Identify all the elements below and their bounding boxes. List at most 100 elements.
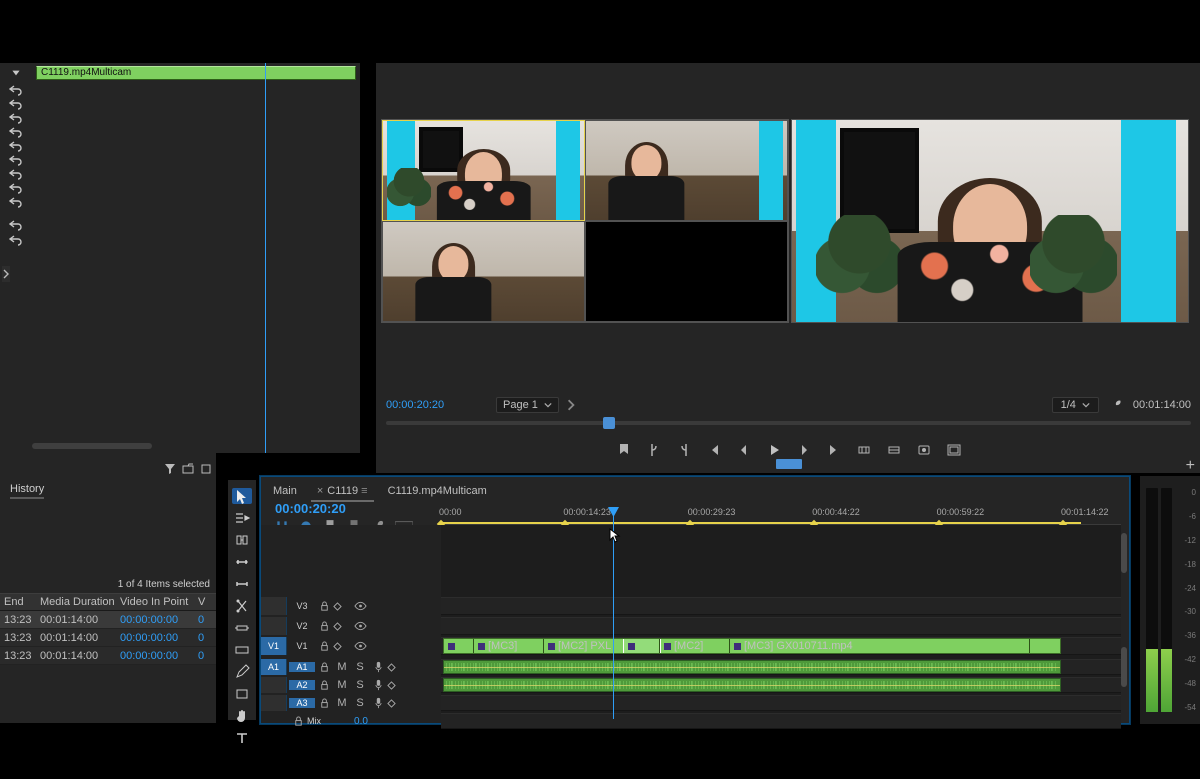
source-patch[interactable]: V1 bbox=[261, 637, 287, 655]
col-end[interactable]: End bbox=[0, 596, 40, 608]
source-patch[interactable]: A1 bbox=[261, 659, 287, 675]
tool-selection[interactable] bbox=[232, 488, 252, 504]
track-label[interactable]: V3 bbox=[289, 601, 315, 611]
clip-segment[interactable] bbox=[444, 639, 474, 653]
sync-lock-icon[interactable] bbox=[333, 642, 351, 651]
timeline-tab[interactable]: Main bbox=[271, 485, 299, 497]
source-patch[interactable] bbox=[261, 597, 287, 615]
eye-icon[interactable] bbox=[351, 597, 369, 615]
history-undo-step[interactable] bbox=[0, 83, 32, 97]
in-icon[interactable] bbox=[646, 442, 662, 458]
keyframe-icon[interactable] bbox=[387, 663, 401, 672]
tool-rolling[interactable] bbox=[232, 554, 252, 570]
history-undo-step[interactable] bbox=[0, 111, 32, 125]
lock-icon[interactable] bbox=[315, 677, 333, 693]
voiceover-icon[interactable] bbox=[369, 695, 387, 711]
timeline-tab[interactable]: C1119.mp4Multicam bbox=[386, 485, 489, 497]
lock-icon[interactable] bbox=[315, 617, 333, 635]
track-target[interactable]: A1 bbox=[289, 662, 315, 672]
solo-button[interactable]: S bbox=[351, 695, 369, 711]
monitor-scrub-knob[interactable] bbox=[603, 417, 615, 429]
track-target[interactable]: A3 bbox=[289, 698, 315, 708]
page-next-icon[interactable] bbox=[565, 399, 577, 411]
track-label[interactable]: V1 bbox=[289, 641, 315, 651]
timeline-scroll-knob-mid[interactable] bbox=[1121, 647, 1127, 687]
step-fwd-icon[interactable] bbox=[796, 442, 812, 458]
solo-button[interactable]: S bbox=[351, 677, 369, 693]
source-patch[interactable] bbox=[261, 617, 287, 635]
monitor-page-selector[interactable]: Page 1 bbox=[496, 397, 559, 413]
tool-slip[interactable] bbox=[232, 620, 252, 636]
tool-pen[interactable] bbox=[232, 664, 252, 680]
play-icon[interactable] bbox=[766, 442, 782, 458]
history-scrollbar[interactable] bbox=[32, 443, 152, 449]
settings-wrench-icon[interactable] bbox=[1109, 398, 1123, 412]
safe-margins-icon[interactable] bbox=[946, 442, 962, 458]
clip-segment[interactable]: [MC2] PXL bbox=[544, 639, 624, 653]
tool-hand[interactable] bbox=[232, 708, 252, 724]
track-target[interactable]: A2 bbox=[289, 680, 315, 690]
timeline-scroll-knob-top[interactable] bbox=[1121, 533, 1127, 573]
clip-segment[interactable]: [MC3] GX010711.mp4 bbox=[730, 639, 1030, 653]
solo-button[interactable]: S bbox=[351, 659, 369, 675]
tool-rate-stretch[interactable] bbox=[232, 576, 252, 592]
keyframe-icon[interactable] bbox=[387, 681, 401, 690]
monitor-resolution-selector[interactable]: 1/4 bbox=[1052, 397, 1099, 413]
history-undo-step[interactable] bbox=[0, 181, 32, 195]
video-track-header[interactable]: V2 bbox=[261, 617, 441, 635]
voiceover-icon[interactable] bbox=[369, 677, 387, 693]
new-item-icon[interactable] bbox=[200, 463, 212, 475]
audio-track-header[interactable]: A1A1MS bbox=[261, 659, 441, 675]
history-caret-icon[interactable] bbox=[0, 66, 32, 80]
lock-icon[interactable] bbox=[315, 637, 333, 655]
goto-out-icon[interactable] bbox=[826, 442, 842, 458]
track-lanes[interactable]: [MC3][MC2] PXL[MC2][MC3] GX010711.mp4 bbox=[441, 525, 1121, 723]
history-expand-icon[interactable] bbox=[2, 266, 10, 282]
monitor-timecode-left[interactable]: 00:00:20:20 bbox=[386, 399, 476, 411]
history-undo-step[interactable] bbox=[0, 233, 32, 247]
tool-ripple[interactable] bbox=[232, 532, 252, 548]
audio-track-header[interactable]: A2MS bbox=[261, 677, 441, 693]
keyframe-icon[interactable] bbox=[387, 699, 401, 708]
history-undo-step[interactable] bbox=[0, 218, 32, 232]
source-patch[interactable] bbox=[261, 677, 287, 693]
clip-segment[interactable]: [MC3] bbox=[474, 639, 544, 653]
track-label[interactable]: V2 bbox=[289, 621, 315, 631]
audio-clip[interactable] bbox=[443, 660, 1061, 674]
video-track-header[interactable]: V3 bbox=[261, 597, 441, 615]
lift-icon[interactable] bbox=[856, 442, 872, 458]
lock-icon[interactable] bbox=[289, 713, 307, 729]
col-video-in[interactable]: Video In Point bbox=[120, 596, 198, 608]
export-frame-icon[interactable] bbox=[916, 442, 932, 458]
timeline-ruler[interactable]: 00:0000:00:14:2300:00:29:2300:00:44:2200… bbox=[441, 507, 1121, 525]
audio-track-header[interactable]: A3MS bbox=[261, 695, 441, 711]
tool-type[interactable] bbox=[232, 730, 252, 746]
project-row[interactable]: 13:2300:01:14:0000:00:00:000 bbox=[0, 647, 216, 665]
sync-lock-icon[interactable] bbox=[333, 622, 351, 631]
mix-value[interactable]: 0.0 bbox=[341, 716, 381, 727]
new-bin-icon[interactable] bbox=[182, 463, 194, 475]
tool-track-select[interactable] bbox=[232, 510, 252, 526]
project-tab-history[interactable]: History bbox=[10, 483, 44, 495]
video-clip-multicam[interactable]: [MC3][MC2] PXL[MC2][MC3] GX010711.mp4 bbox=[443, 638, 1061, 654]
lock-icon[interactable] bbox=[315, 659, 333, 675]
extract-icon[interactable] bbox=[886, 442, 902, 458]
col-v[interactable]: V bbox=[198, 596, 212, 608]
history-undo-step[interactable] bbox=[0, 195, 32, 209]
goto-in-icon[interactable] bbox=[706, 442, 722, 458]
col-duration[interactable]: Media Duration bbox=[40, 596, 120, 608]
multicam-grid[interactable] bbox=[381, 119, 789, 323]
tool-razor[interactable] bbox=[232, 598, 252, 614]
funnel-icon[interactable] bbox=[164, 463, 176, 475]
marker-icon[interactable] bbox=[616, 442, 632, 458]
lock-icon[interactable] bbox=[315, 597, 333, 615]
multicam-cam2[interactable] bbox=[585, 120, 788, 221]
eye-icon[interactable] bbox=[351, 617, 369, 635]
work-area-bar[interactable] bbox=[441, 522, 1081, 524]
multicam-cam4-empty[interactable] bbox=[585, 221, 788, 322]
history-clip[interactable]: C1119.mp4Multicam bbox=[36, 66, 356, 80]
history-undo-step[interactable] bbox=[0, 153, 32, 167]
project-table-header[interactable]: End Media Duration Video In Point V bbox=[0, 593, 216, 611]
video-track-lane[interactable] bbox=[441, 617, 1121, 635]
eye-icon[interactable] bbox=[351, 637, 369, 655]
